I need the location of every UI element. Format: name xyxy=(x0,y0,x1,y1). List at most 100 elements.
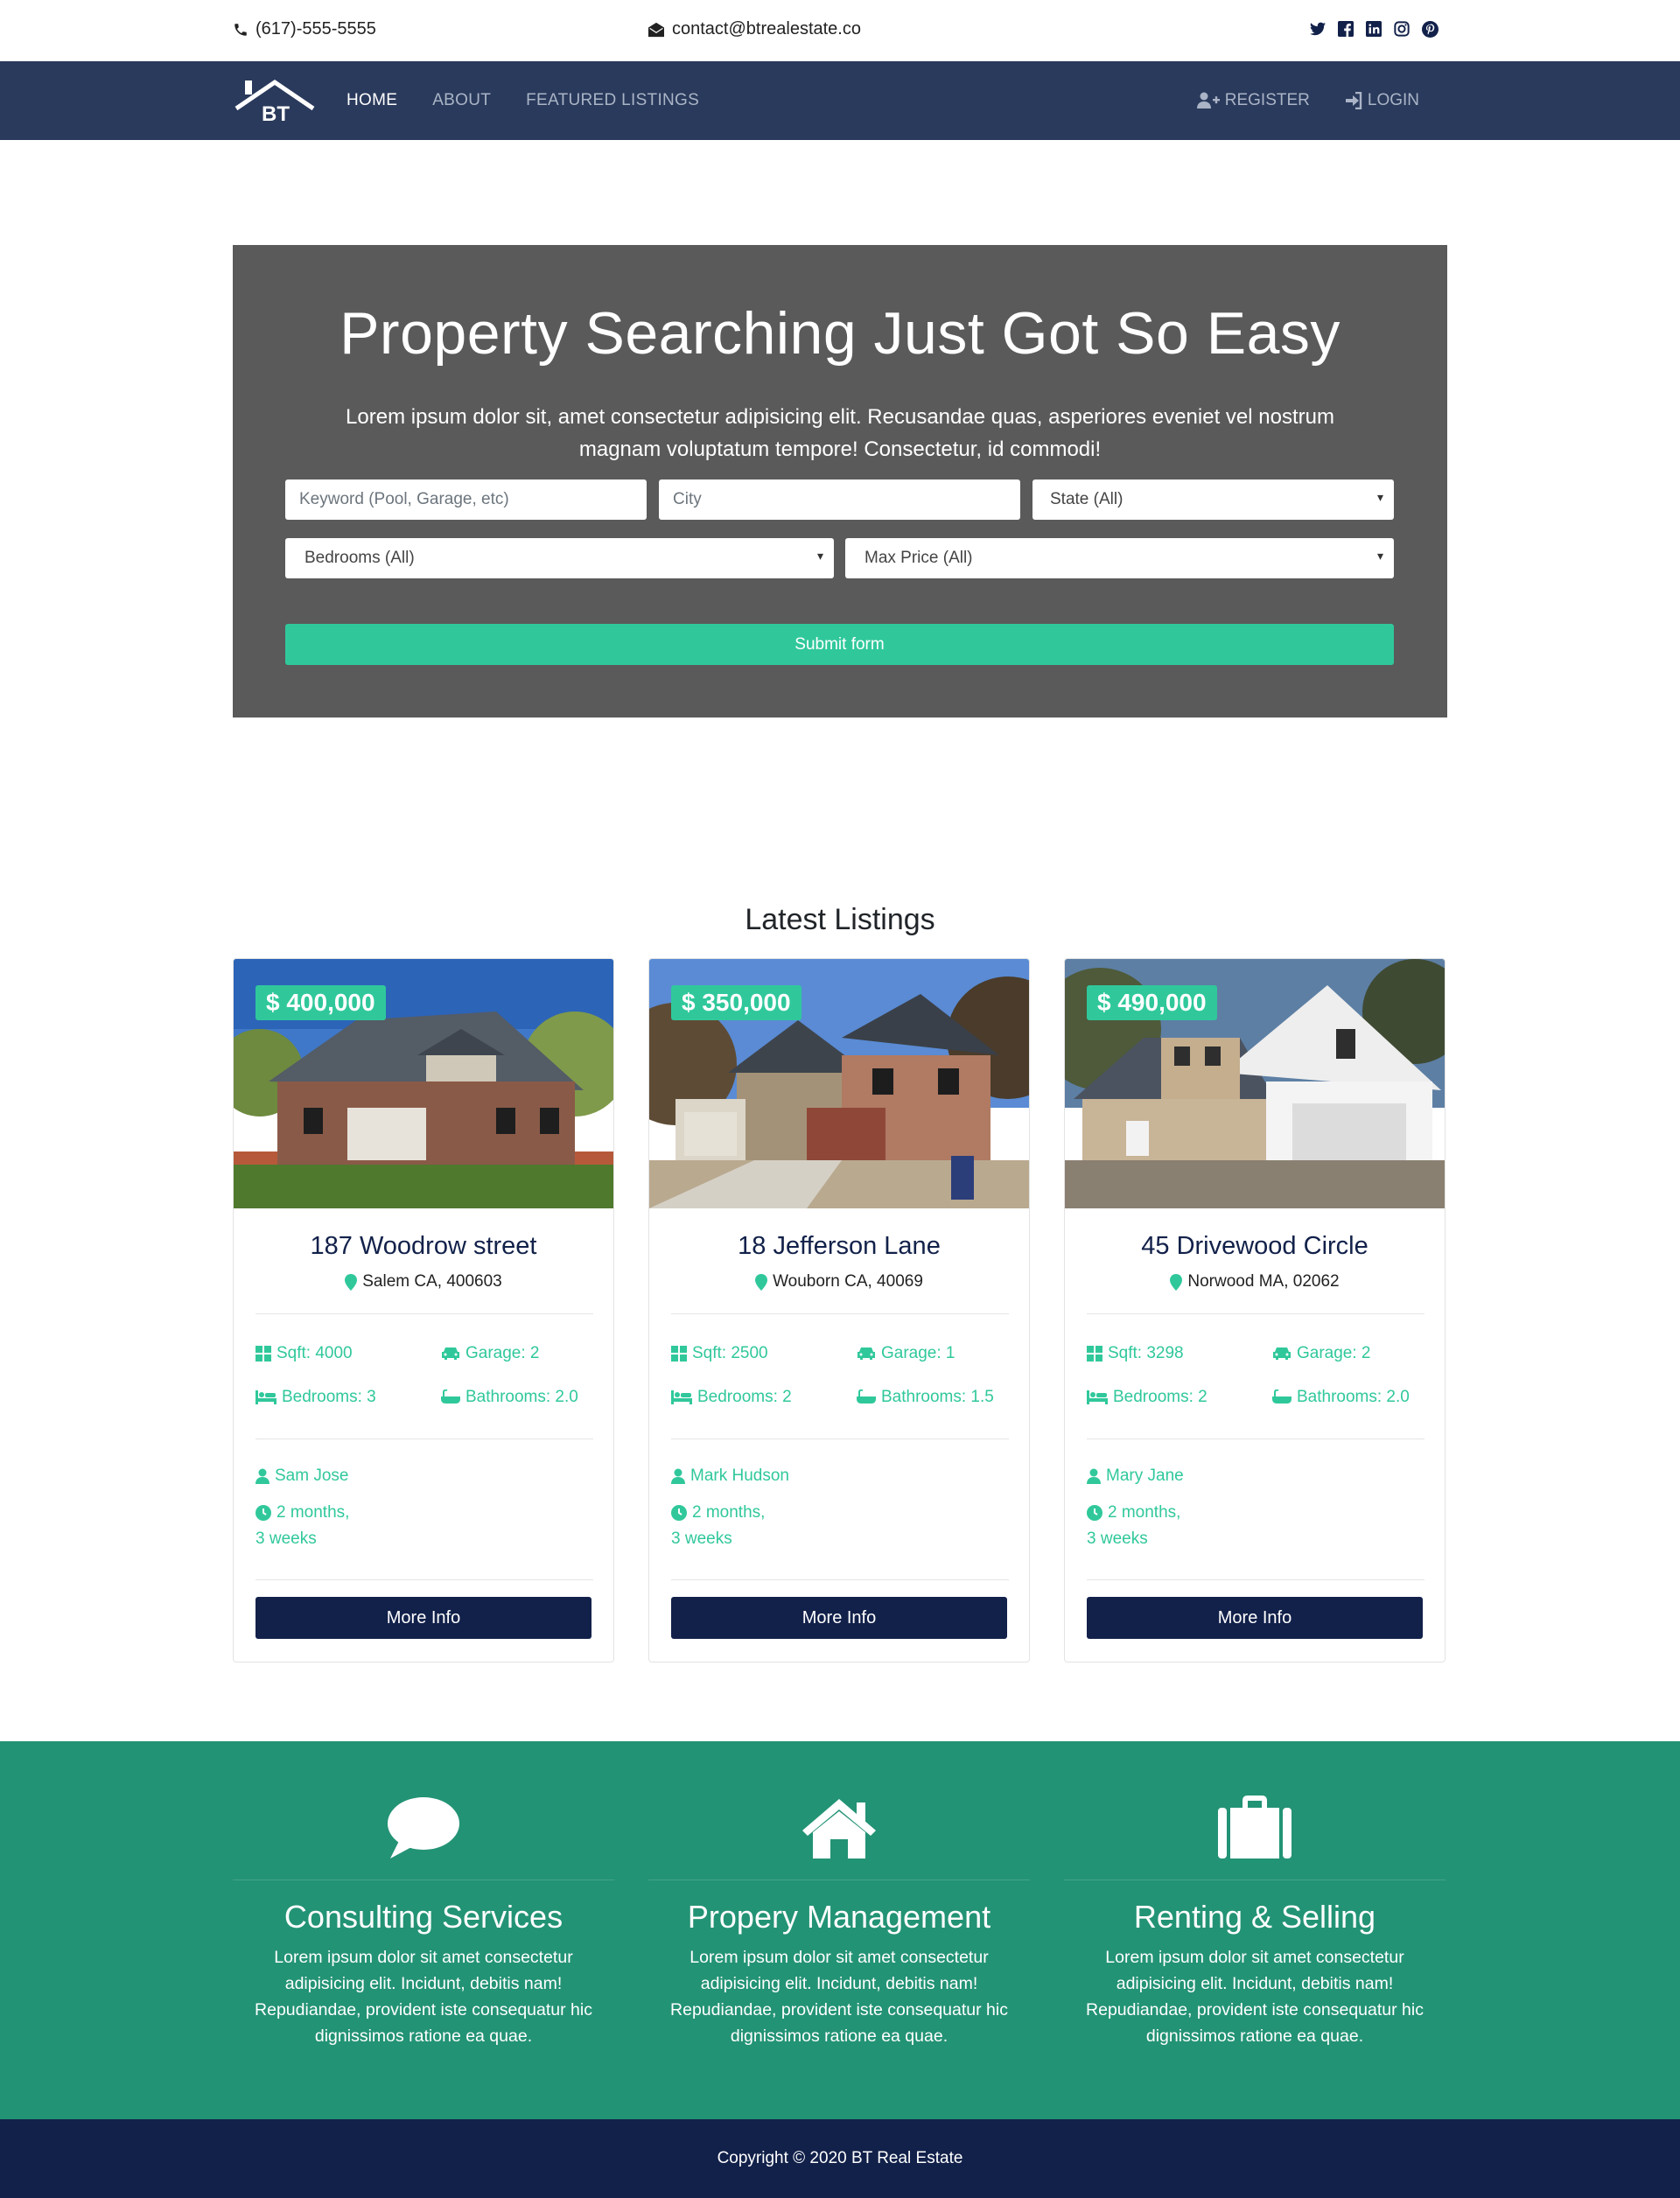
listing-time: 2 months, 3 weeks xyxy=(671,1500,765,1552)
submit-button[interactable]: Submit form xyxy=(285,624,1394,665)
car-icon xyxy=(1273,1348,1291,1360)
listing-card: $ 350,000 18 Jefferson Lane Wouborn CA, … xyxy=(648,958,1030,1662)
car-icon xyxy=(442,1348,459,1360)
login-link[interactable]: LOGIN xyxy=(1345,91,1419,110)
th-large-icon xyxy=(256,1346,271,1362)
user-icon xyxy=(256,1468,270,1484)
hero-text: Lorem ipsum dolor sit, amet consectetur … xyxy=(346,405,1334,461)
sign-in-icon xyxy=(1345,92,1362,109)
top-bar: (617)-555-5555 contact@btrealestate.co xyxy=(0,0,1680,61)
facebook-icon[interactable] xyxy=(1336,19,1355,38)
car-icon xyxy=(858,1348,875,1360)
divider xyxy=(671,1438,1009,1439)
bathrooms-feature: Bathrooms: 2.0 xyxy=(1272,1388,1410,1407)
listing-agent[interactable]: Sam Jose xyxy=(256,1466,348,1486)
bed-icon xyxy=(256,1390,276,1404)
time-text-1: 2 months, xyxy=(1108,1503,1181,1522)
instagram-icon[interactable] xyxy=(1392,19,1411,38)
nav-item-home[interactable]: HOME xyxy=(346,91,397,110)
th-large-icon xyxy=(1087,1346,1102,1362)
social-links xyxy=(1308,19,1439,38)
pinterest-icon[interactable] xyxy=(1420,19,1439,38)
service-title: Renting & Selling xyxy=(1133,1899,1376,1935)
logo-text: BT xyxy=(262,102,290,124)
bedrooms-feature: Bedrooms: 3 xyxy=(256,1388,376,1407)
garage-text: Garage: 2 xyxy=(1297,1344,1371,1362)
divider xyxy=(1087,1579,1424,1580)
listing-location: Salem CA, 400603 xyxy=(234,1272,613,1292)
bedrooms-text: Bedrooms: 2 xyxy=(1113,1388,1208,1406)
divider xyxy=(256,1313,593,1314)
listing-agent[interactable]: Mary Jane xyxy=(1087,1466,1184,1486)
linkedin-icon[interactable] xyxy=(1364,19,1383,38)
service-text: Lorem ipsum dolor sit amet consectetur a… xyxy=(255,1948,592,2046)
bathrooms-feature: Bathrooms: 2.0 xyxy=(441,1388,578,1407)
more-info-button[interactable]: More Info xyxy=(1087,1597,1423,1639)
state-select[interactable]: State (All) xyxy=(1032,480,1394,520)
max-price-select[interactable]: Max Price (All) xyxy=(845,538,1394,578)
hero-search: Property Searching Just Got So Easy Lore… xyxy=(233,245,1447,718)
more-info-button[interactable]: More Info xyxy=(671,1597,1007,1639)
nav-item-featured-listings[interactable]: FEATURED LISTINGS xyxy=(526,91,699,110)
twitter-icon[interactable] xyxy=(1308,19,1327,38)
bed-icon xyxy=(671,1390,692,1404)
divider xyxy=(1087,1313,1424,1314)
user-icon xyxy=(1087,1468,1101,1484)
time-text-2: 3 weeks xyxy=(671,1530,732,1548)
service-consulting: Consulting Services Lorem ipsum dolor si… xyxy=(233,1741,614,2119)
listing-card: $ 490,000 45 Drivewood Circle Norwood MA… xyxy=(1064,958,1446,1662)
sqft-feature: Sqft: 2500 xyxy=(671,1344,768,1363)
time-text-1: 2 months, xyxy=(692,1503,766,1522)
keyword-input[interactable]: Keyword (Pool, Garage, etc) xyxy=(285,480,647,520)
listing-location: Norwood MA, 02062 xyxy=(1065,1272,1445,1292)
copyright-text: Copyright © 2020 BT Real Estate xyxy=(717,2149,963,2167)
bedrooms-select[interactable]: Bedrooms (All) xyxy=(285,538,834,578)
location-text: Norwood MA, 02062 xyxy=(1187,1272,1340,1291)
listing-agent[interactable]: Mark Hudson xyxy=(671,1466,789,1486)
bedrooms-feature: Bedrooms: 2 xyxy=(671,1388,792,1407)
agent-name: Sam Jose xyxy=(275,1466,349,1485)
latest-listings-title: Latest Listings xyxy=(745,903,935,936)
suitcase-icon xyxy=(1218,1796,1292,1858)
bedrooms-text: Bedrooms: 3 xyxy=(282,1388,376,1406)
home-icon xyxy=(802,1799,876,1858)
map-marker-icon xyxy=(755,1273,768,1291)
hero-title: Property Searching Just Got So Easy xyxy=(340,300,1340,367)
brand-logo[interactable]: BT xyxy=(233,77,317,126)
agent-name: Mark Hudson xyxy=(690,1466,789,1485)
sqft-text: Sqft: 2500 xyxy=(692,1344,768,1362)
sqft-feature: Sqft: 4000 xyxy=(256,1344,353,1363)
clock-icon xyxy=(256,1505,271,1521)
listing-title: 187 Woodrow street xyxy=(310,1232,537,1260)
nav-menu: HOME ABOUT FEATURED LISTINGS xyxy=(346,61,699,140)
bathrooms-text: Bathrooms: 2.0 xyxy=(1297,1388,1410,1406)
nav-item-about[interactable]: ABOUT xyxy=(432,91,491,110)
register-link[interactable]: REGISTER xyxy=(1196,91,1310,110)
services-section: Consulting Services Lorem ipsum dolor si… xyxy=(0,1741,1680,2119)
phone-icon xyxy=(234,23,247,36)
city-input[interactable]: City xyxy=(659,480,1020,520)
time-text-1: 2 months, xyxy=(276,1503,350,1522)
envelope-open-icon xyxy=(648,22,664,37)
divider xyxy=(1087,1438,1424,1439)
sqft-text: Sqft: 4000 xyxy=(276,1344,353,1362)
footer: Copyright © 2020 BT Real Estate xyxy=(0,2119,1680,2198)
register-label: REGISTER xyxy=(1224,91,1310,109)
listing-price: $ 350,000 xyxy=(671,985,802,1020)
location-text: Wouborn CA, 40069 xyxy=(773,1272,923,1291)
service-management: Propery Management Lorem ipsum dolor sit… xyxy=(648,1741,1030,2119)
sqft-text: Sqft: 3298 xyxy=(1108,1344,1184,1362)
email-contact: contact@btrealestate.co xyxy=(648,19,861,39)
bathrooms-text: Bathrooms: 2.0 xyxy=(466,1388,578,1406)
main-navbar: BT HOME ABOUT FEATURED LISTINGS REGISTER… xyxy=(0,61,1680,140)
listing-title: 45 Drivewood Circle xyxy=(1141,1232,1368,1260)
map-marker-icon xyxy=(1170,1273,1183,1291)
garage-feature: Garage: 2 xyxy=(1272,1344,1371,1363)
agent-name: Mary Jane xyxy=(1106,1466,1184,1485)
map-marker-icon xyxy=(345,1273,358,1291)
user-plus-icon xyxy=(1196,92,1220,108)
more-info-button[interactable]: More Info xyxy=(256,1597,592,1639)
listing-time: 2 months, 3 weeks xyxy=(1087,1500,1180,1552)
bathrooms-text: Bathrooms: 1.5 xyxy=(881,1388,994,1406)
service-text: Lorem ipsum dolor sit amet consectetur a… xyxy=(670,1948,1008,2046)
